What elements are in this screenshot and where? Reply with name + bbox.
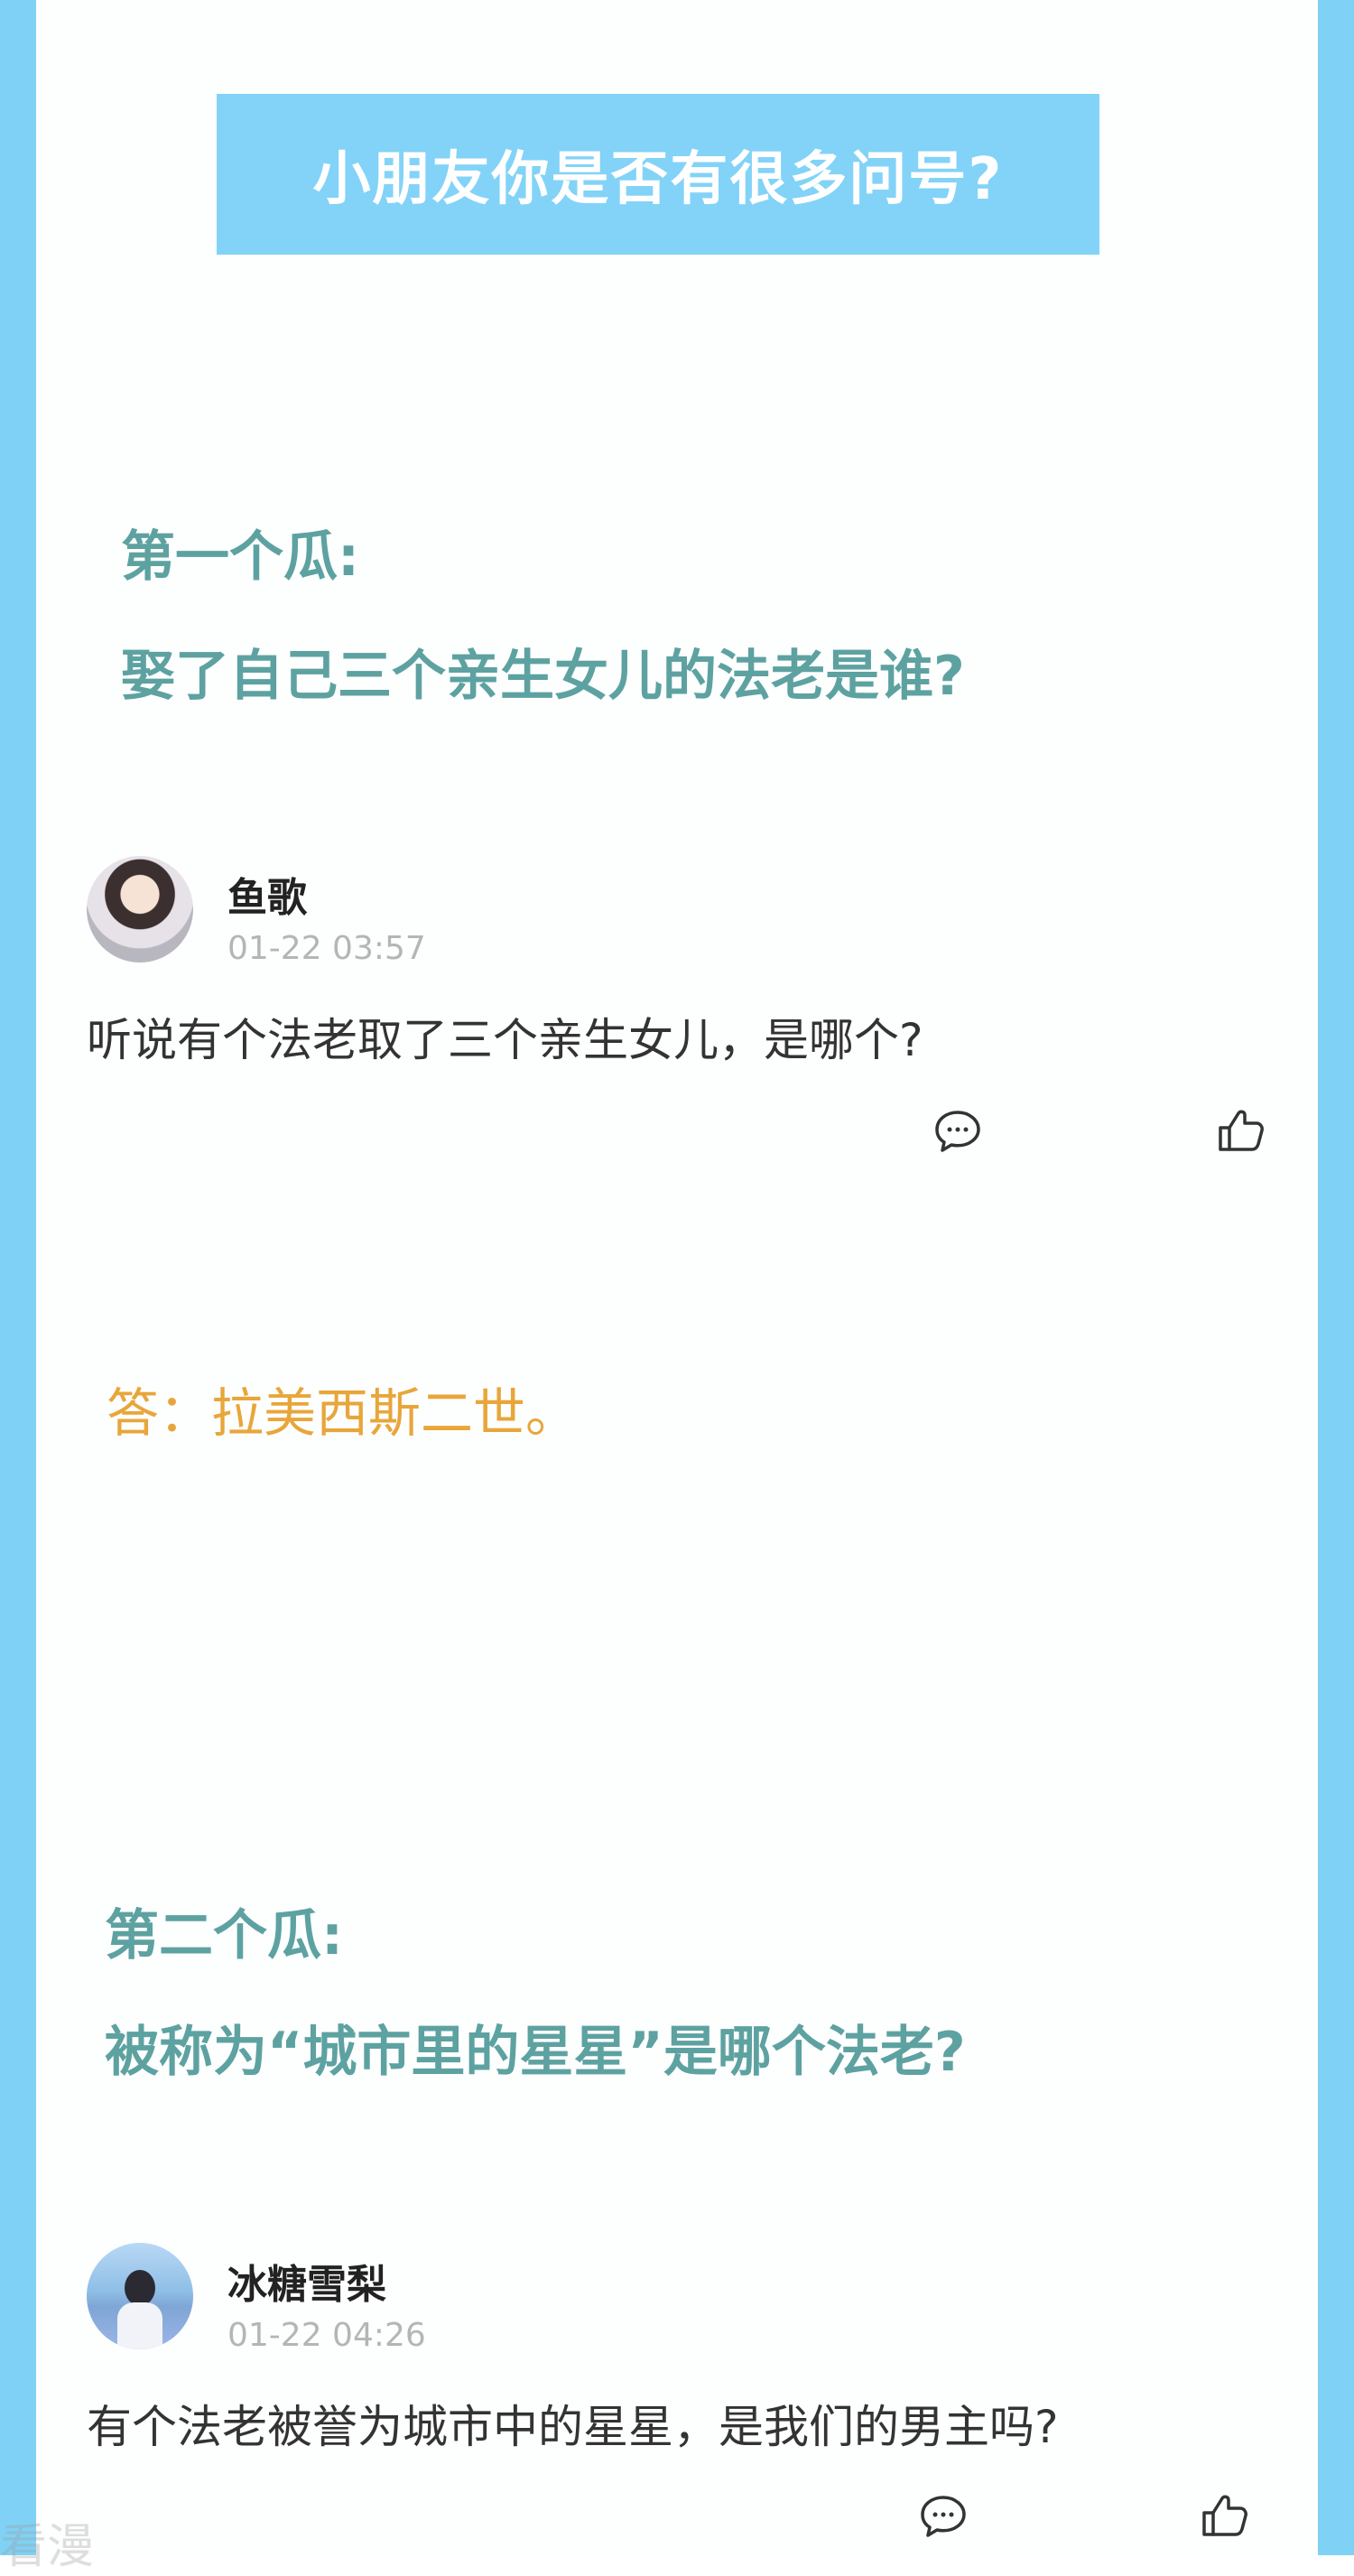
post-2-timestamp: 01-22 04:26 bbox=[227, 2317, 426, 2354]
avatar[interactable] bbox=[87, 2243, 193, 2349]
answer-1: 答：拉美西斯二世。 bbox=[107, 1382, 579, 1444]
comment-bubble-icon[interactable] bbox=[915, 2488, 971, 2544]
post-1-username[interactable]: 鱼歌 bbox=[227, 865, 307, 923]
question-2-label: 第二个瓜: bbox=[105, 1904, 343, 1967]
comment-bubble-icon[interactable] bbox=[930, 1103, 986, 1159]
thumbs-up-icon[interactable] bbox=[1197, 2488, 1253, 2544]
question-1-label: 第一个瓜: bbox=[121, 525, 359, 589]
watermark: 看漫 bbox=[0, 2520, 95, 2574]
page-title: 小朋友你是否有很多问号? bbox=[312, 146, 1004, 213]
page-title-banner: 小朋友你是否有很多问号? bbox=[217, 94, 1099, 255]
post-1-comment: 听说有个法老取了三个亲生女儿，是哪个? bbox=[87, 1014, 923, 1066]
post-1-timestamp: 01-22 03:57 bbox=[227, 930, 426, 967]
avatar-body bbox=[117, 2302, 162, 2349]
post-2-comment: 有个法老被誉为城市中的星星，是我们的男主吗? bbox=[87, 2401, 1059, 2453]
avatar-head bbox=[125, 2270, 155, 2306]
post-2-username[interactable]: 冰糖雪梨 bbox=[227, 2252, 386, 2310]
thumbs-up-icon[interactable] bbox=[1213, 1103, 1269, 1159]
question-2-text: 被称为“城市里的星星”是哪个法老? bbox=[105, 2021, 966, 2084]
content-panel bbox=[36, 0, 1318, 2555]
avatar[interactable] bbox=[87, 856, 193, 963]
question-1-text: 娶了自己三个亲生女儿的法老是谁? bbox=[121, 645, 965, 708]
